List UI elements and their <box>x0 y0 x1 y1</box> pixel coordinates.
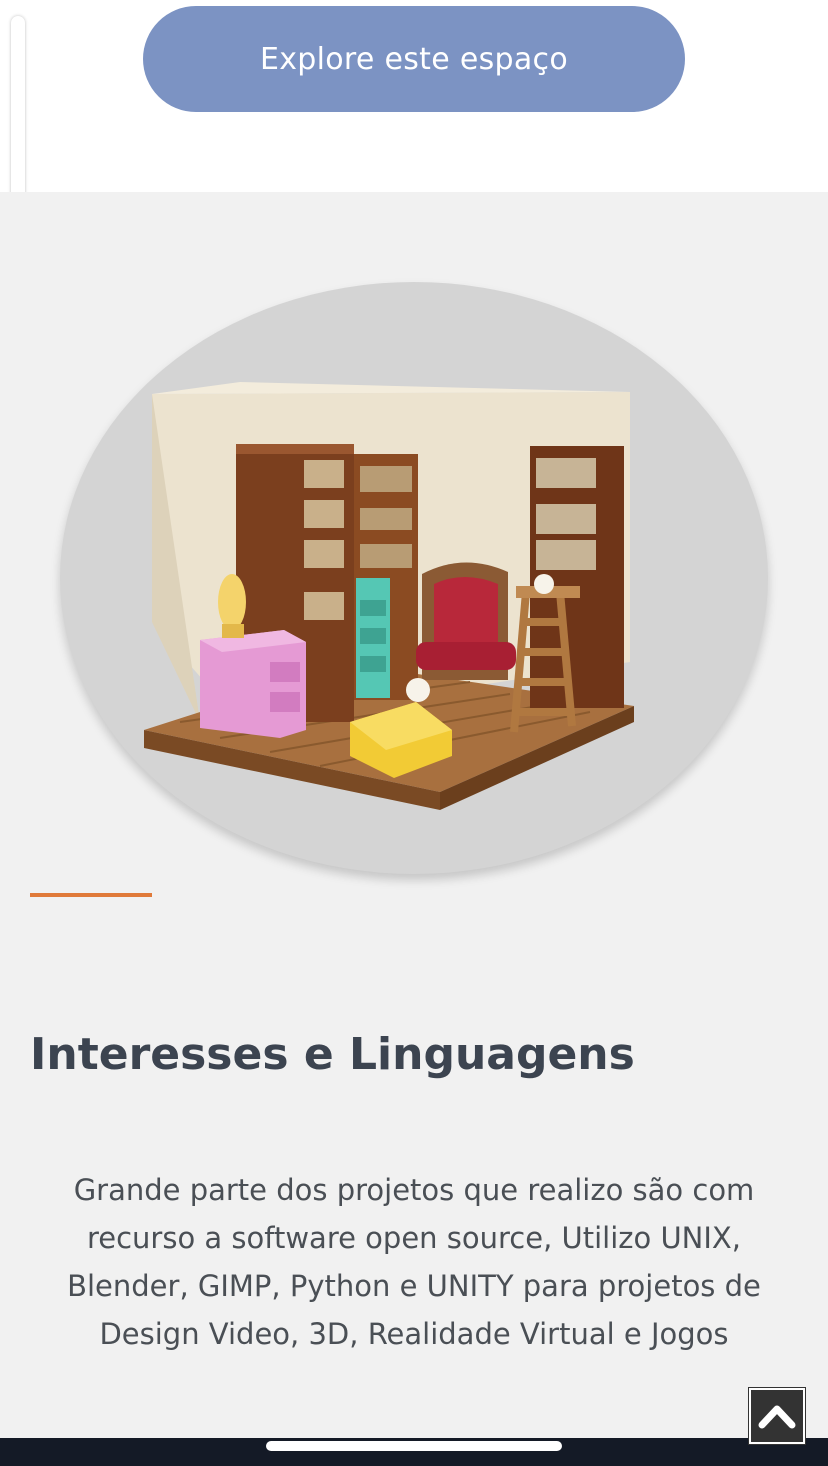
section-heading: Interesses e Linguagens <box>30 1029 635 1080</box>
section-description: Grande parte dos projetos que realizo sã… <box>67 1173 761 1351</box>
home-indicator[interactable] <box>266 1441 562 1451</box>
room-illustration <box>60 282 768 874</box>
chevron-up-icon <box>758 1405 796 1429</box>
hero-section: Explore este espaço <box>0 0 828 192</box>
accent-divider <box>30 893 152 897</box>
explore-button[interactable]: Explore este espaço <box>143 6 685 112</box>
room-3d-image <box>144 382 634 810</box>
back-to-top-button[interactable] <box>748 1387 806 1445</box>
